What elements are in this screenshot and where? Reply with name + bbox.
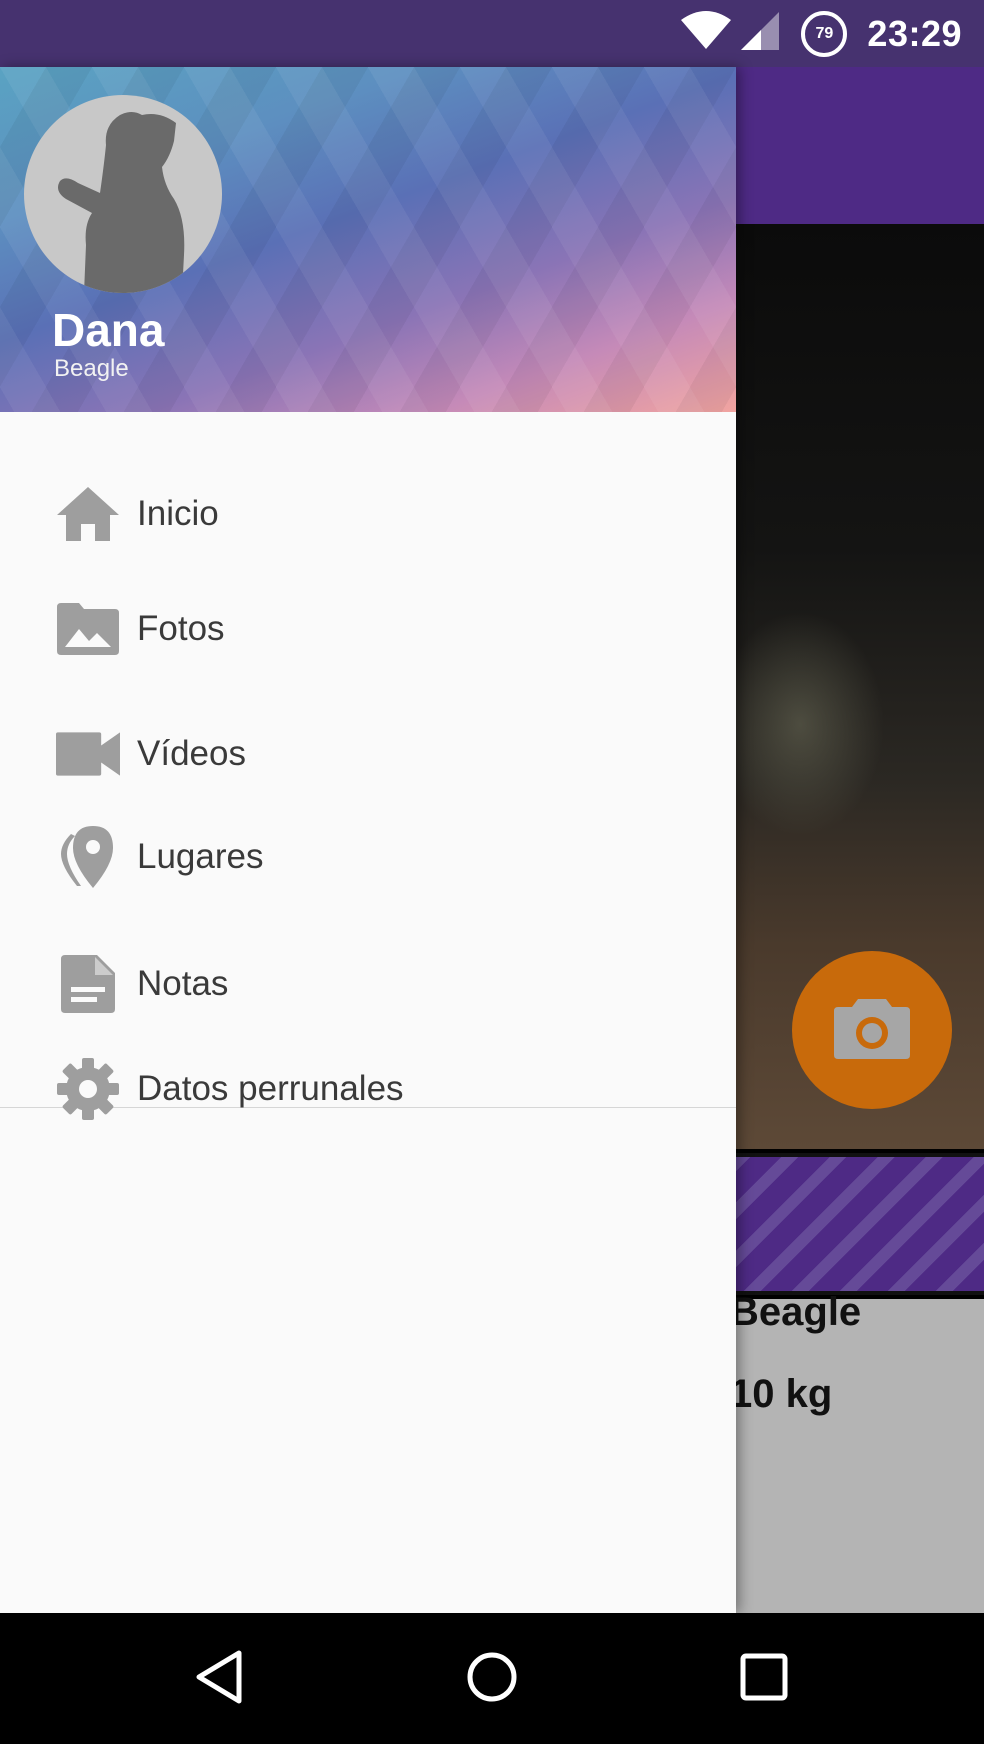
drawer-item-label: Fotos xyxy=(137,609,225,648)
place-icon xyxy=(56,825,120,889)
photo-icon xyxy=(56,597,120,661)
back-icon xyxy=(195,1650,245,1709)
recents-icon xyxy=(740,1653,788,1706)
pet-breed: Beagle xyxy=(54,355,129,382)
battery-ring-icon: 79 xyxy=(801,10,848,57)
drawer-item-inicio[interactable]: Inicio xyxy=(0,466,736,562)
camera-icon xyxy=(832,993,912,1068)
drawer-item-fotos[interactable]: Fotos xyxy=(0,581,736,677)
system-nav-bar xyxy=(0,1613,984,1744)
drawer-item-label: Datos perrunales xyxy=(137,1069,404,1108)
back-button[interactable] xyxy=(188,1647,252,1711)
drawer-item-notas[interactable]: Notas xyxy=(0,936,736,1032)
wifi-icon xyxy=(681,11,732,56)
pet-name: Dana xyxy=(52,304,165,356)
home-circle-icon xyxy=(466,1651,518,1708)
status-bar: 79 23:29 xyxy=(0,0,984,67)
recents-button[interactable] xyxy=(732,1647,796,1711)
breed-text: Beagle xyxy=(730,1290,862,1334)
drawer-item-lugares[interactable]: Lugares xyxy=(0,809,736,905)
drawer-item-label: Inicio xyxy=(137,494,219,533)
drawer-item-videos[interactable]: Vídeos xyxy=(0,706,736,802)
settings-icon xyxy=(56,1057,120,1121)
battery-level: 79 xyxy=(815,24,834,42)
drawer-header: Dana Beagle xyxy=(0,67,736,412)
camera-fab-button[interactable] xyxy=(792,951,952,1109)
drawer-item-label: Notas xyxy=(137,964,229,1003)
home-icon xyxy=(56,482,120,546)
home-button[interactable] xyxy=(460,1647,524,1711)
weight-text: 10 kg xyxy=(730,1372,833,1416)
description-icon xyxy=(56,952,120,1016)
drawer-item-label: Vídeos xyxy=(137,734,246,773)
avatar[interactable] xyxy=(24,95,222,293)
videocam-icon xyxy=(56,722,120,786)
status-time: 23:29 xyxy=(867,12,962,54)
status-icons: 79 23:29 xyxy=(681,0,984,67)
dog-silhouette-icon xyxy=(24,112,222,293)
navigation-drawer: Dana Beagle Inicio Fotos Vídeos Lugares … xyxy=(0,67,736,1613)
cell-signal-icon xyxy=(741,12,780,55)
drawer-item-datos-perrunales[interactable]: Datos perrunales xyxy=(0,1041,736,1137)
drawer-item-label: Lugares xyxy=(137,837,264,876)
